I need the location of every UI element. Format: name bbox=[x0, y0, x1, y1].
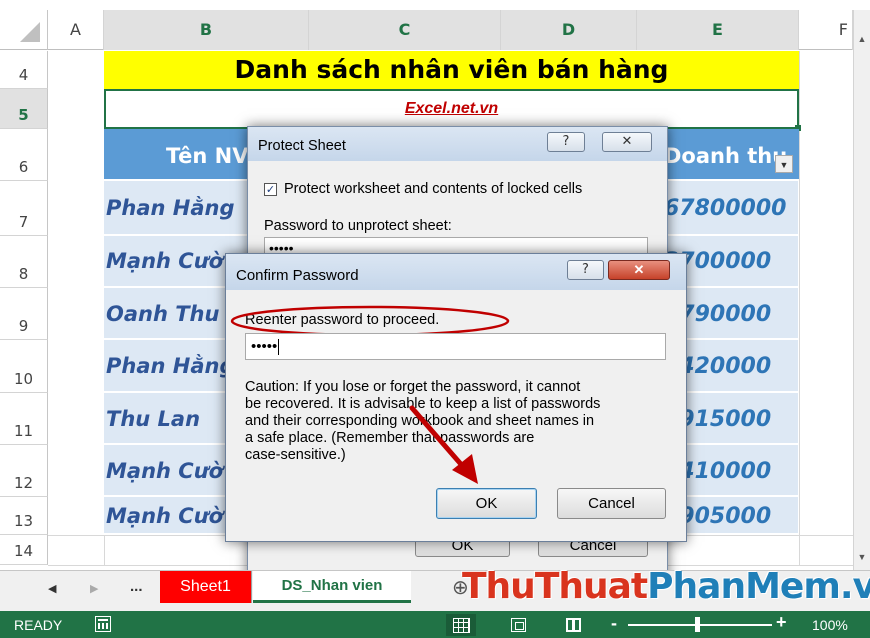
watermark-part3: PhanMem bbox=[647, 566, 841, 607]
protect-dialog-help-button[interactable]: ? bbox=[547, 132, 585, 152]
tab-ds-nhan-vien[interactable]: DS_Nhan vien bbox=[253, 571, 411, 603]
column-header-c[interactable]: C bbox=[309, 10, 501, 50]
cell-name[interactable]: Phan Hằng bbox=[106, 354, 235, 378]
confirm-cancel-button[interactable]: Cancel bbox=[557, 488, 666, 519]
column-header-e[interactable]: E bbox=[637, 10, 799, 50]
protect-checkbox-label: Protect worksheet and contents of locked… bbox=[284, 181, 583, 197]
row-header-14[interactable]: 14 bbox=[0, 535, 48, 565]
confirm-password-dialog: Confirm Password ? ✕ Reenter password to… bbox=[225, 253, 687, 542]
row-header-8[interactable]: 8 bbox=[0, 236, 48, 288]
zoom-slider-thumb[interactable] bbox=[695, 617, 700, 632]
column-header-b[interactable]: B bbox=[104, 10, 309, 50]
protect-password-label: Password to unprotect sheet: bbox=[264, 218, 452, 234]
protect-dialog-title: Protect Sheet bbox=[258, 138, 346, 154]
header-name[interactable]: Tên NV bbox=[166, 144, 248, 168]
column-header-f[interactable]: F bbox=[799, 10, 853, 50]
cell-revenue[interactable]: 67800000 bbox=[664, 196, 798, 221]
row-header-6[interactable]: 6 bbox=[0, 129, 48, 181]
watermark-part2: Thuat bbox=[534, 566, 648, 607]
cell-name[interactable]: Mạnh Cườ bbox=[106, 504, 223, 528]
cell-name[interactable]: Oanh Thu bbox=[106, 302, 219, 326]
caution-line: Caution: If you lose or forget the passw… bbox=[245, 379, 581, 395]
annotation-arrow bbox=[409, 405, 478, 484]
scroll-up-arrow-icon[interactable]: ▲ bbox=[856, 34, 868, 46]
watermark-part4: .vn bbox=[839, 566, 870, 607]
confirm-dialog-close-button[interactable]: ✕ bbox=[608, 260, 670, 280]
cell-name[interactable]: Mạnh Cườ bbox=[106, 459, 223, 483]
confirm-dialog-help-button[interactable]: ? bbox=[567, 260, 604, 280]
select-all-corner[interactable] bbox=[0, 10, 48, 50]
column-header-a[interactable]: A bbox=[48, 10, 104, 50]
cell-name[interactable]: Mạnh Cườ bbox=[106, 249, 223, 273]
tab-overflow[interactable]: ... bbox=[130, 578, 143, 595]
watermark-logo: ThuThuatPhanMem.vn bbox=[462, 566, 870, 607]
protect-checkbox[interactable]: ✓ bbox=[264, 183, 277, 196]
zoom-in-button[interactable]: + bbox=[776, 612, 787, 633]
zoom-slider-track[interactable] bbox=[628, 624, 772, 626]
zoom-out-button[interactable]: - bbox=[611, 613, 617, 634]
row-header-13[interactable]: 13 bbox=[0, 497, 48, 535]
scroll-down-arrow-icon[interactable]: ▼ bbox=[856, 552, 868, 564]
normal-view-icon[interactable] bbox=[446, 614, 476, 636]
sheet-title[interactable]: Danh sách nhân viên bán hàng bbox=[104, 51, 799, 89]
text-cursor bbox=[278, 339, 280, 356]
tab-next-arrow-icon[interactable]: ▶ bbox=[90, 582, 98, 595]
sheet-subtitle[interactable]: Excel.net.vn bbox=[104, 89, 799, 129]
vertical-scrollbar[interactable]: ▲ ▼ bbox=[853, 10, 870, 570]
zoom-level[interactable]: 100% bbox=[812, 617, 848, 633]
protect-dialog-close-button[interactable]: ✕ bbox=[602, 132, 652, 152]
caution-line: case-sensitive.) bbox=[245, 447, 346, 463]
macro-record-icon[interactable] bbox=[95, 616, 111, 632]
page-layout-view-icon[interactable] bbox=[511, 618, 526, 632]
header-revenue[interactable]: Doanh thu bbox=[664, 144, 787, 168]
confirm-password-field[interactable]: ••••• bbox=[245, 333, 666, 360]
status-ready: READY bbox=[14, 617, 63, 633]
row-header-11[interactable]: 11 bbox=[0, 393, 48, 445]
row-header-10[interactable]: 10 bbox=[0, 340, 48, 393]
confirm-ok-button[interactable]: OK bbox=[436, 488, 537, 519]
column-header-d[interactable]: D bbox=[501, 10, 637, 50]
tab-sheet1[interactable]: Sheet1 bbox=[160, 571, 252, 603]
cell-name[interactable]: Thu Lan bbox=[106, 407, 200, 431]
row-header-12[interactable]: 12 bbox=[0, 445, 48, 497]
row-header-4[interactable]: 4 bbox=[0, 51, 48, 89]
page-break-view-icon[interactable] bbox=[566, 618, 581, 632]
watermark-part1: Thu bbox=[462, 566, 536, 607]
row-header-9[interactable]: 9 bbox=[0, 288, 48, 340]
row-header-5[interactable]: 5 bbox=[0, 89, 48, 129]
filter-dropdown-icon[interactable]: ▼ bbox=[775, 155, 793, 173]
confirm-dialog-title: Confirm Password bbox=[236, 267, 359, 284]
row-header-7[interactable]: 7 bbox=[0, 181, 48, 236]
cell-name[interactable]: Phan Hằng bbox=[106, 196, 235, 220]
tab-prev-arrow-icon[interactable]: ◀ bbox=[48, 582, 56, 595]
confirm-password-value: ••••• bbox=[251, 338, 278, 355]
select-all-triangle-icon bbox=[20, 22, 40, 42]
